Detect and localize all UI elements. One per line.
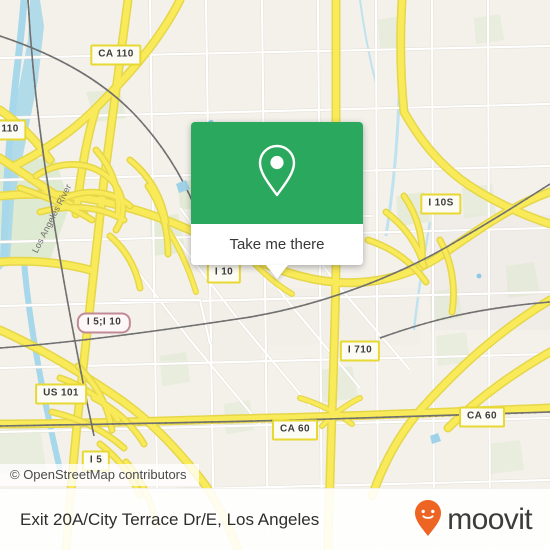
take-me-there-label: Take me there — [229, 236, 325, 253]
popup-action[interactable]: Take me there — [191, 224, 363, 265]
map-pin-icon — [255, 143, 299, 204]
popup-body: Take me there — [191, 122, 363, 265]
highway-shield-i-5-i-10: I 5;I 10 — [76, 312, 132, 334]
moovit-brand[interactable]: moovit — [413, 499, 550, 542]
highway-shield-i-710: I 710 — [339, 340, 381, 362]
popup-header — [191, 122, 363, 224]
moovit-smiley-pin-icon — [413, 499, 443, 542]
moovit-map-screen: .land { fill:#f3f1ea; } .park { fill:#df… — [0, 0, 550, 550]
footer-bar: Exit 20A/City Terrace Dr/E, Los Angeles … — [0, 488, 550, 550]
highway-shield-us-101: US 101 — [35, 383, 87, 405]
highway-shield-i-10s: I 10S — [420, 193, 462, 215]
osm-attribution[interactable]: © OpenStreetMap contributors — [0, 464, 199, 486]
highway-shield-ca-110: CA 110 — [90, 44, 142, 66]
moovit-wordmark: moovit — [447, 503, 532, 536]
location-title: Exit 20A/City Terrace Dr/E, Los Angeles — [20, 510, 320, 529]
popup-pointer-tail — [266, 265, 288, 279]
highway-shield-ca-60-east: CA 60 — [459, 406, 505, 428]
highway-shield-i-10: I 10 — [206, 262, 242, 284]
highway-shield-110: 110 — [0, 119, 27, 141]
highway-shield-ca-60-west: CA 60 — [272, 419, 318, 441]
destination-popup[interactable]: Take me there — [191, 122, 363, 279]
